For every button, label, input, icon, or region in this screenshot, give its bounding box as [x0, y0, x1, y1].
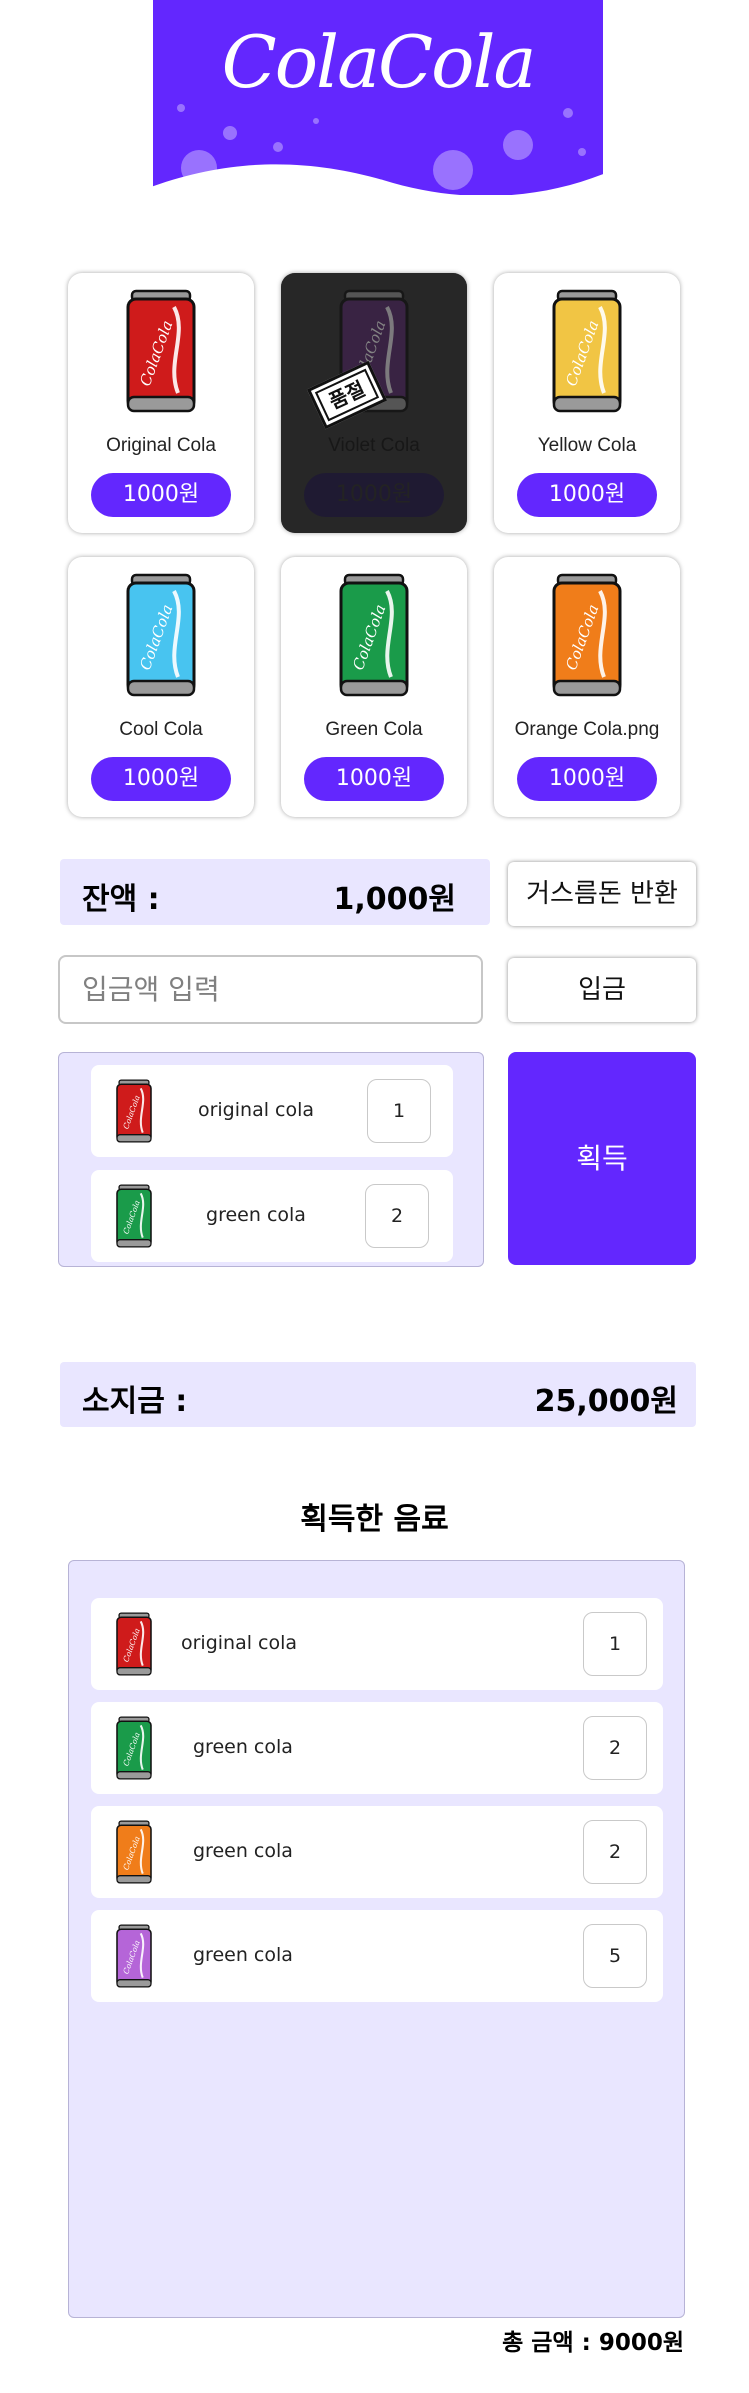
- product-price-button[interactable]: 1000원: [91, 473, 231, 517]
- bubble: [223, 126, 237, 140]
- product-price-button[interactable]: 1000원: [304, 757, 444, 801]
- cola-can-icon: ColaCola: [115, 1818, 153, 1886]
- product-name: Yellow Cola: [537, 435, 637, 456]
- cola-can-icon: ColaCola: [126, 285, 196, 417]
- product-name: Orange Cola.png: [514, 719, 660, 740]
- cart-item-qty: 2: [365, 1184, 429, 1248]
- cart-item-name: original cola: [197, 1099, 315, 1121]
- product-card[interactable]: ColaCola Yellow Cola 1000원: [494, 273, 680, 533]
- obtained-item-name: original cola: [181, 1632, 298, 1654]
- return-change-button[interactable]: 거스름돈 반환: [508, 862, 696, 926]
- obtained-item-name: green cola: [193, 1944, 293, 1966]
- product-name: Cool Cola: [119, 719, 203, 740]
- bubble: [177, 104, 185, 112]
- cola-can-icon: ColaCola: [115, 1182, 153, 1250]
- cart-item[interactable]: ColaCola green cola 2: [91, 1170, 453, 1262]
- obtained-item: ColaCola green cola 2: [91, 1806, 663, 1898]
- cola-can-icon: ColaCola: [115, 1714, 153, 1782]
- product-card[interactable]: ColaCola Original Cola 1000원: [68, 273, 254, 533]
- product-card[interactable]: ColaCola Green Cola 1000원: [281, 557, 467, 817]
- balance-label: 잔액 :: [82, 882, 160, 917]
- product-card[interactable]: ColaCola Violet Cola 1000원 품절: [281, 273, 467, 533]
- cart-item[interactable]: ColaCola original cola 1: [91, 1065, 453, 1157]
- bubble: [313, 118, 319, 124]
- product-name: Original Cola: [106, 435, 216, 456]
- deposit-input[interactable]: [58, 955, 483, 1024]
- cola-can-icon: ColaCola: [115, 1922, 153, 1990]
- cart-item-name: green cola: [206, 1204, 306, 1226]
- cola-can-icon: ColaCola: [126, 569, 196, 701]
- cola-can-icon: ColaCola: [552, 569, 622, 701]
- obtained-item-qty: 2: [583, 1716, 647, 1780]
- obtained-item-name: green cola: [193, 1736, 293, 1758]
- wallet-label: 소지금 :: [82, 1384, 188, 1419]
- obtained-item: ColaCola original cola 1: [91, 1598, 663, 1690]
- get-button[interactable]: 획득: [508, 1052, 696, 1265]
- obtained-item-qty: 5: [583, 1924, 647, 1988]
- product-name: Green Cola: [325, 719, 423, 740]
- obtained-item-name: green cola: [193, 1840, 293, 1862]
- wallet-value: 25,000원: [534, 1384, 678, 1419]
- balance-value: 1,000원: [333, 882, 457, 917]
- product-price-button[interactable]: 1000원: [91, 757, 231, 801]
- cola-can-icon: ColaCola: [339, 569, 409, 701]
- obtained-item: ColaCola green cola 5: [91, 1910, 663, 2002]
- obtained-item: ColaCola green cola 2: [91, 1702, 663, 1794]
- cart-list: ColaCola original cola 1 ColaCola green …: [58, 1052, 484, 1267]
- product-card[interactable]: ColaCola Cool Cola 1000원: [68, 557, 254, 817]
- product-price-button[interactable]: 1000원: [517, 473, 657, 517]
- obtained-list: ColaCola original cola 1 ColaCola green …: [68, 1560, 685, 2318]
- total-amount: 총 금액 : 9000원: [502, 2330, 684, 2356]
- wallet-panel: 소지금 : 25,000원: [60, 1362, 696, 1427]
- cola-can-icon: ColaCola: [115, 1077, 153, 1145]
- cola-can-icon: ColaCola: [552, 285, 622, 417]
- logo-text: ColaCola: [221, 20, 537, 104]
- cart-item-qty: 1: [367, 1079, 431, 1143]
- product-card[interactable]: ColaCola Orange Cola.png 1000원: [494, 557, 680, 817]
- logo-wave: [153, 164, 603, 195]
- logo: ColaCola: [153, 0, 603, 195]
- product-grid: ColaCola Original Cola 1000원 ColaCola Vi…: [68, 273, 683, 817]
- obtained-title: 획득한 음료: [300, 1502, 449, 1537]
- balance-panel: 잔액 : 1,000원: [60, 859, 490, 925]
- product-price-button[interactable]: 1000원: [517, 757, 657, 801]
- deposit-button[interactable]: 입금: [508, 958, 696, 1022]
- cola-can-icon: ColaCola: [115, 1610, 153, 1678]
- bubble: [563, 108, 573, 118]
- obtained-item-qty: 1: [583, 1612, 647, 1676]
- obtained-item-qty: 2: [583, 1820, 647, 1884]
